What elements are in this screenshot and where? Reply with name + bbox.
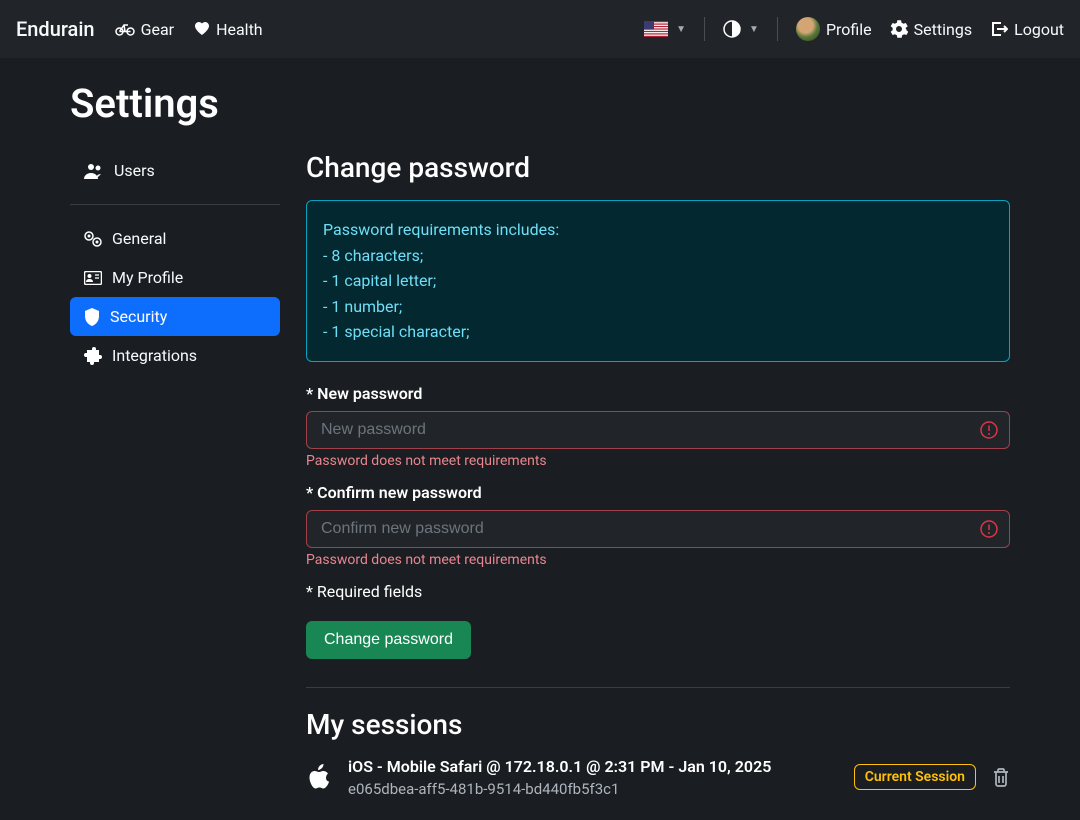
nav-health-label: Health xyxy=(216,20,263,39)
puzzle-icon xyxy=(84,347,102,365)
change-password-button[interactable]: Change password xyxy=(306,621,471,659)
theme-menu[interactable]: ▼ xyxy=(723,20,759,38)
sidebar-item-profile[interactable]: My Profile xyxy=(70,258,280,297)
sidebar-item-label: Integrations xyxy=(112,346,197,365)
req-line: - 8 characters; xyxy=(323,243,993,269)
divider xyxy=(777,17,778,41)
error-icon xyxy=(980,421,998,439)
divider xyxy=(306,687,1010,688)
req-line: - 1 number; xyxy=(323,294,993,320)
sessions-title: My sessions xyxy=(306,708,1010,741)
main-column: Change password Password requirements in… xyxy=(306,151,1010,798)
sidebar-item-security[interactable]: Security xyxy=(70,297,280,336)
new-password-error: Password does not meet requirements xyxy=(306,453,1010,469)
sidebar-item-integrations[interactable]: Integrations xyxy=(70,336,280,375)
apple-icon xyxy=(306,762,332,792)
main-layout: Users General My Profile Security xyxy=(70,151,1010,798)
error-icon xyxy=(980,520,998,538)
sidebar: Users General My Profile Security xyxy=(70,151,280,798)
sidebar-item-users[interactable]: Users xyxy=(70,151,280,190)
delete-session-button[interactable] xyxy=(992,767,1010,787)
sidebar-item-general[interactable]: General xyxy=(70,219,280,258)
session-row: iOS - Mobile Safari @ 172.18.0.1 @ 2:31 … xyxy=(306,757,1010,798)
brand[interactable]: Endurain xyxy=(16,17,95,41)
nav-profile[interactable]: Profile xyxy=(796,17,872,41)
nav-left: Endurain Gear Health xyxy=(16,17,263,41)
required-note: * Required fields xyxy=(306,582,1010,601)
new-password-label: * New password xyxy=(306,384,1010,403)
session-info: iOS - Mobile Safari @ 172.18.0.1 @ 2:31 … xyxy=(348,757,838,798)
confirm-password-label: * Confirm new password xyxy=(306,483,1010,502)
sidebar-group-user: General My Profile Security Integrations xyxy=(70,219,280,389)
confirm-password-error: Password does not meet requirements xyxy=(306,552,1010,568)
heart-icon xyxy=(194,22,210,36)
sidebar-item-label: Users xyxy=(114,161,155,180)
nav-health[interactable]: Health xyxy=(194,20,263,39)
chevron-down-icon: ▼ xyxy=(749,24,759,35)
nav-logout[interactable]: Logout xyxy=(990,20,1064,39)
language-menu[interactable]: ▼ xyxy=(644,21,686,37)
req-line: - 1 capital letter; xyxy=(323,268,993,294)
gear-icon xyxy=(890,20,908,38)
session-title: iOS - Mobile Safari @ 172.18.0.1 @ 2:31 … xyxy=(348,757,838,776)
confirm-password-input[interactable] xyxy=(306,510,1010,548)
nav-profile-label: Profile xyxy=(826,20,872,39)
sidebar-item-label: My Profile xyxy=(112,268,183,287)
nav-settings[interactable]: Settings xyxy=(890,20,972,39)
req-line: - 1 special character; xyxy=(323,319,993,345)
divider xyxy=(704,17,705,41)
content: Settings Users General My Profile xyxy=(0,58,1080,820)
sidebar-item-label: Security xyxy=(110,307,167,326)
confirm-password-wrap xyxy=(306,510,1010,548)
nav-gear-label: Gear xyxy=(141,20,175,39)
req-header: Password requirements includes: xyxy=(323,217,993,243)
nav-gear[interactable]: Gear xyxy=(115,20,175,39)
gears-icon xyxy=(84,231,102,247)
navbar: Endurain Gear Health ▼ ▼ Profile Setting… xyxy=(0,0,1080,58)
logout-icon xyxy=(990,21,1008,37)
users-icon xyxy=(84,163,104,179)
nav-logout-label: Logout xyxy=(1014,20,1064,39)
bike-icon xyxy=(115,22,135,36)
current-session-badge: Current Session xyxy=(854,764,976,790)
avatar xyxy=(796,17,820,41)
trash-icon xyxy=(992,767,1010,787)
shield-icon xyxy=(84,308,100,326)
id-card-icon xyxy=(84,271,102,285)
flag-us-icon xyxy=(644,21,668,37)
password-requirements-box: Password requirements includes: - 8 char… xyxy=(306,200,1010,362)
page-title: Settings xyxy=(70,80,1010,127)
session-id: e065dbea-aff5-481b-9514-bd440fb5f3c1 xyxy=(348,780,838,798)
nav-right: ▼ ▼ Profile Settings Logout xyxy=(644,17,1064,41)
chevron-down-icon: ▼ xyxy=(676,24,686,35)
new-password-input[interactable] xyxy=(306,411,1010,449)
change-password-title: Change password xyxy=(306,151,1010,184)
nav-settings-label: Settings xyxy=(914,20,972,39)
new-password-wrap xyxy=(306,411,1010,449)
contrast-icon xyxy=(723,20,741,38)
sidebar-group-admin: Users xyxy=(70,151,280,205)
sidebar-item-label: General xyxy=(112,229,166,248)
